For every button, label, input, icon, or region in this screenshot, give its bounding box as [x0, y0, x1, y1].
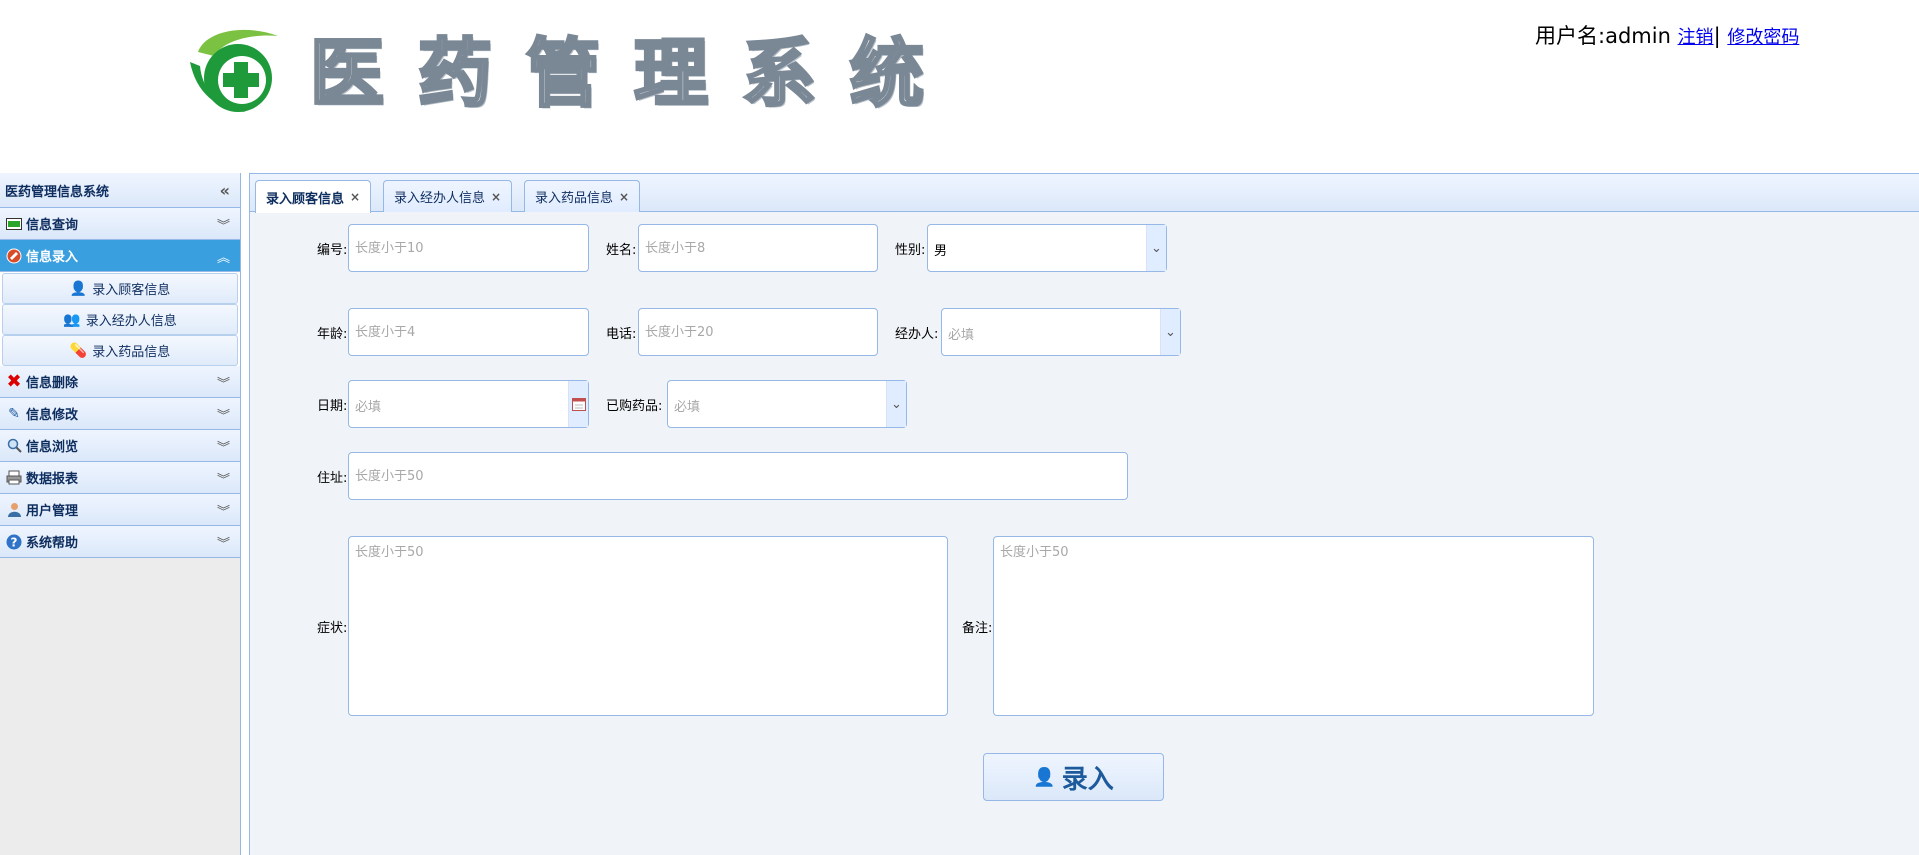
chevron-down-icon: ︾ — [216, 219, 230, 234]
sidebar-section-label: 信息修改 — [26, 408, 79, 423]
printer-icon — [5, 470, 23, 486]
agent-placeholder: 必填 — [948, 328, 975, 343]
chevron-down-icon[interactable]: ⌄ — [1160, 309, 1180, 355]
chevron-down-icon[interactable]: ⌄ — [886, 381, 906, 427]
sidebar-item-label: 录入经办人信息 — [85, 314, 177, 329]
brand-title: 医药管理系统 — [309, 30, 958, 119]
age-label: 年龄: — [317, 327, 348, 342]
tab-label: 录入经办人信息 — [394, 191, 486, 206]
sidebar-section-label: 数据报表 — [26, 472, 79, 487]
tab-agent-entry[interactable]: 录入经办人信息 × — [383, 180, 513, 212]
id-label: 编号: — [317, 243, 348, 258]
name-input[interactable] — [638, 224, 878, 272]
remark-label: 备注: — [962, 621, 993, 636]
logout-link[interactable]: 注销 — [1678, 27, 1714, 48]
sidebar-section-label: 用户管理 — [26, 504, 79, 519]
address-input[interactable] — [348, 452, 1128, 500]
tab-medicine-entry[interactable]: 录入药品信息 × — [524, 180, 641, 212]
date-placeholder: 必填 — [355, 400, 382, 415]
sidebar-section-entry[interactable]: 信息录入 ︽ — [0, 240, 240, 272]
gender-label: 性别: — [895, 243, 926, 258]
user-add-icon: 👤 — [69, 280, 88, 297]
pencil-icon: ✎ — [8, 405, 20, 422]
monitor-icon — [5, 216, 23, 232]
sidebar-section-label: 信息查询 — [26, 218, 79, 233]
sidebar-section-help[interactable]: ? 系统帮助 ︾ — [0, 526, 240, 558]
chevron-down-icon: ︾ — [216, 537, 230, 552]
user-add-icon: 👤 — [1033, 766, 1056, 788]
sidebar-section-label: 信息浏览 — [26, 440, 79, 455]
sidebar-section-query[interactable]: 信息查询 ︾ — [0, 208, 240, 240]
submit-label: 录入 — [1061, 764, 1114, 795]
symptom-label: 症状: — [317, 621, 348, 636]
agent-select[interactable]: 必填 ⌄ — [941, 308, 1181, 356]
age-input[interactable] — [348, 308, 589, 356]
delete-icon: ✖ — [6, 371, 22, 392]
purchased-label: 已购药品: — [606, 399, 663, 414]
users-icon: 👥 — [63, 311, 81, 328]
tab-label: 录入药品信息 — [535, 191, 614, 206]
gender-select[interactable]: 男 ⌄ — [927, 224, 1167, 272]
submit-button[interactable]: 👤 录入 — [983, 753, 1164, 801]
sidebar-item-agent[interactable]: 👥 录入经办人信息 — [2, 304, 238, 335]
purchased-placeholder: 必填 — [674, 400, 701, 415]
sidebar-title-text: 医药管理信息系统 — [5, 184, 110, 200]
sidebar-section-edit[interactable]: ✎ 信息修改 ︾ — [0, 398, 240, 430]
sidebar-item-label: 录入顾客信息 — [92, 283, 171, 298]
sidebar-section-users[interactable]: 用户管理 ︾ — [0, 494, 240, 526]
sidebar-section-delete[interactable]: ✖ 信息删除 ︾ — [0, 366, 240, 398]
sidebar-item-customer[interactable]: 👤 录入顾客信息 — [2, 273, 238, 304]
chevron-down-icon[interactable]: ⌄ — [1146, 225, 1166, 271]
separator: | — [1713, 24, 1721, 48]
username-label: 用户名:admin — [1535, 24, 1671, 48]
purchased-medicine-select[interactable]: 必填 ⌄ — [667, 380, 907, 428]
entry-icon — [5, 248, 23, 264]
help-icon: ? — [5, 534, 23, 550]
sidebar-item-medicine[interactable]: 💊 录入药品信息 — [2, 335, 238, 366]
calendar-icon[interactable] — [568, 381, 588, 427]
sidebar-section-browse[interactable]: 信息浏览 ︾ — [0, 430, 240, 462]
agent-label: 经办人: — [895, 327, 939, 342]
chevron-down-icon: ︾ — [216, 505, 230, 520]
close-tab-icon[interactable]: × — [491, 190, 501, 204]
sidebar-section-label: 信息删除 — [26, 376, 79, 391]
change-password-link[interactable]: 修改密码 — [1727, 27, 1799, 48]
pill-icon: 💊 — [69, 342, 88, 359]
user-bar: 用户名:admin 注销| 修改密码 — [1535, 20, 1799, 50]
pharmacy-logo-icon — [190, 29, 278, 112]
close-tab-icon[interactable]: × — [350, 190, 360, 204]
symptom-textarea[interactable] — [348, 536, 948, 716]
user-icon — [5, 502, 23, 518]
chevron-down-icon: ︾ — [216, 409, 230, 424]
tab-label: 录入顾客信息 — [266, 191, 345, 207]
tab-customer-entry[interactable]: 录入顾客信息 × — [255, 180, 372, 213]
chevron-up-icon: ︽ — [216, 251, 230, 266]
svg-text:?: ? — [11, 535, 18, 549]
sidebar: 医药管理信息系统 « 信息查询 ︾ 信息录入 ︽ 👤 录入顾客信息 👥 录入经办… — [0, 173, 241, 855]
gender-value: 男 — [934, 244, 948, 259]
chevron-down-icon: ︾ — [216, 377, 230, 392]
magnifier-icon — [5, 438, 23, 454]
sidebar-section-report[interactable]: 数据报表 ︾ — [0, 462, 240, 494]
close-tab-icon[interactable]: × — [619, 190, 629, 204]
remark-textarea[interactable] — [993, 536, 1594, 716]
sidebar-section-label: 系统帮助 — [26, 536, 79, 551]
date-picker[interactable]: 必填 — [348, 380, 589, 428]
name-label: 姓名: — [606, 243, 637, 258]
chevron-down-icon: ︾ — [216, 473, 230, 488]
collapse-sidebar-icon[interactable]: « — [220, 181, 230, 200]
date-label: 日期: — [317, 399, 348, 414]
tab-bar: 录入顾客信息 × 录入经办人信息 × 录入药品信息 × — [250, 174, 1919, 213]
sidebar-section-label: 信息录入 — [26, 250, 79, 265]
address-label: 住址: — [317, 471, 348, 486]
phone-label: 电话: — [606, 327, 637, 342]
main-panel: 录入顾客信息 × 录入经办人信息 × 录入药品信息 × 编号: 姓名: 性别: … — [249, 173, 1919, 855]
phone-input[interactable] — [638, 308, 878, 356]
sidebar-title: 医药管理信息系统 « — [0, 173, 240, 208]
id-input[interactable] — [348, 224, 589, 272]
header: 医药管理系统 用户名:admin 注销| 修改密码 — [0, 0, 1919, 168]
chevron-down-icon: ︾ — [216, 441, 230, 456]
sidebar-item-label: 录入药品信息 — [92, 345, 171, 360]
entry-submenu: 👤 录入顾客信息 👥 录入经办人信息 💊 录入药品信息 — [0, 272, 240, 366]
